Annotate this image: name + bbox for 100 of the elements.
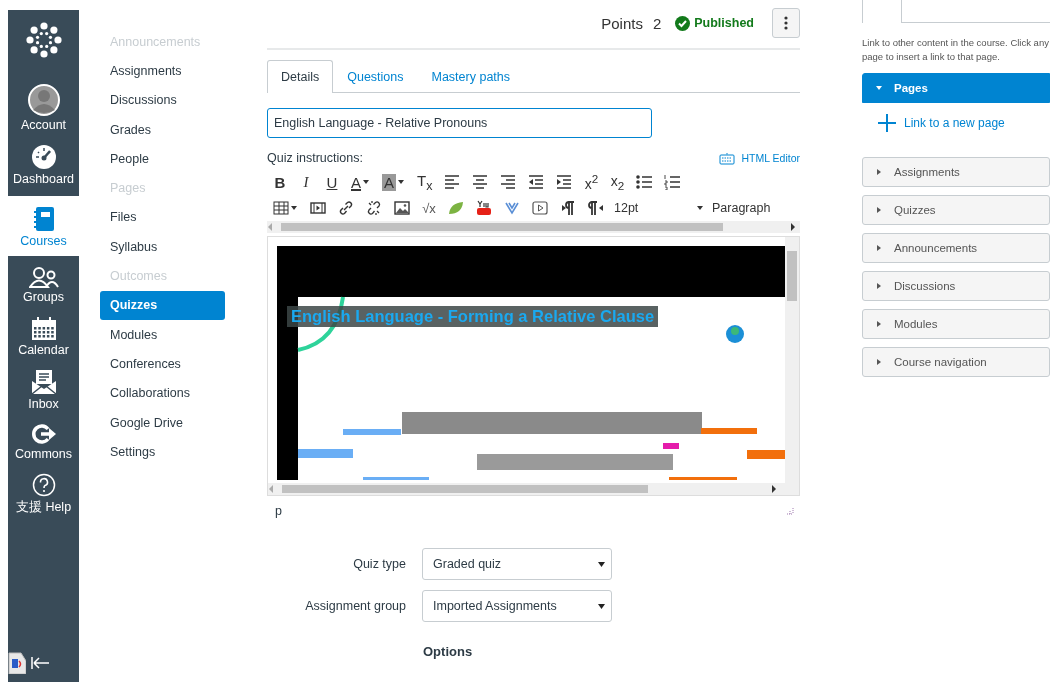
nav-item[interactable]: Groups <box>8 260 79 310</box>
play-icon <box>532 200 548 216</box>
paragraph-icon <box>560 200 576 216</box>
video-title: English Language - Forming a Relative Clause <box>287 306 659 327</box>
logo-icon[interactable] <box>23 20 64 60</box>
tab[interactable]: Mastery paths <box>417 60 524 93</box>
caret-right-icon <box>876 283 882 289</box>
numbered-list-icon <box>664 174 681 190</box>
format-button[interactable]: A <box>376 170 412 194</box>
caret-icon <box>291 205 298 211</box>
video-logo-icon <box>476 200 492 216</box>
caret-icon <box>598 603 605 609</box>
course-nav-link[interactable]: Modules <box>100 319 225 350</box>
points-label: Points <box>601 14 643 32</box>
new-page-link[interactable]: Link to a new page <box>862 103 1050 143</box>
speaker-icon[interactable] <box>8 652 26 674</box>
select-field[interactable]: Graded quiz <box>422 548 612 580</box>
format-button[interactable]: A <box>345 170 376 194</box>
field-label: Quiz type <box>352 557 406 571</box>
element-path: p <box>275 504 282 518</box>
leaf-icon <box>448 200 464 216</box>
align-right-icon <box>500 174 517 190</box>
paragraph-icon <box>588 200 604 216</box>
outdent-icon <box>528 174 545 190</box>
caret-icon <box>697 205 704 211</box>
arrow-out-icon <box>31 423 56 445</box>
calendar-icon <box>30 316 57 341</box>
caret-icon <box>398 179 406 185</box>
course-nav-link[interactable]: Conferences <box>100 349 225 379</box>
keyboard-icon <box>719 151 736 165</box>
caret-down-icon <box>876 85 882 91</box>
course-nav-link[interactable]: Assignments <box>100 56 225 86</box>
format-button[interactable]: B <box>267 170 293 194</box>
link-section[interactable]: Assignments <box>862 157 1050 187</box>
caret-icon <box>363 179 370 185</box>
nav-item[interactable]: Account <box>8 78 79 138</box>
format-button[interactable]: √x <box>416 196 442 220</box>
course-nav-link[interactable]: People <box>100 144 225 174</box>
nav-item[interactable]: Courses <box>8 196 79 256</box>
unlink-icon <box>366 200 382 216</box>
tab[interactable]: Details <box>267 60 334 93</box>
caret-icon <box>598 561 605 567</box>
link-icon <box>338 200 354 216</box>
align-left-icon <box>444 174 461 190</box>
points-value: 2 <box>652 14 662 32</box>
toolbar-select[interactable]: Paragraph <box>708 196 775 220</box>
scroll-right-icon[interactable] <box>790 223 796 231</box>
course-nav-link[interactable]: Syllabus <box>100 232 225 262</box>
link-section[interactable]: Announcements <box>862 233 1050 263</box>
nav-item[interactable]: Inbox <box>8 363 79 417</box>
avatar-icon <box>27 84 60 116</box>
format-button[interactable]: T$_{x}$ <box>411 170 439 194</box>
nav-item[interactable]: Commons <box>8 417 79 467</box>
course-nav-link[interactable]: Discussions <box>100 85 225 115</box>
field-label: Assignment group <box>304 599 406 613</box>
title-field[interactable]: English Language - Relative Pronouns <box>267 108 652 138</box>
toolbar-select[interactable]: 12pt <box>610 196 708 220</box>
caret-right-icon <box>876 169 882 175</box>
nav-item[interactable]: 支援 Help <box>8 467 79 522</box>
caret-right-icon <box>876 359 882 365</box>
scrollbar[interactable] <box>268 483 799 495</box>
html-editor-link[interactable]: HTML Editor <box>741 152 800 164</box>
table-icon <box>273 200 289 216</box>
course-nav-link[interactable]: Collaborations <box>100 378 225 408</box>
gauge-icon <box>30 144 57 170</box>
course-nav-link[interactable]: Files <box>100 202 225 233</box>
tab[interactable]: Questions <box>333 60 418 93</box>
course-nav-link[interactable]: Quizzes <box>100 290 225 320</box>
caret-right-icon <box>876 207 882 213</box>
kebab-icon <box>784 16 788 30</box>
link-section[interactable]: Course navigation <box>862 347 1050 377</box>
scroll-right-icon[interactable] <box>771 485 777 493</box>
publish-status[interactable]: Published <box>694 16 754 30</box>
scrollbar[interactable] <box>785 237 799 483</box>
format-button[interactable]: I <box>293 170 319 194</box>
resize-handle-icon[interactable] <box>786 507 794 515</box>
chevron-logo-icon <box>504 200 520 216</box>
course-nav-link[interactable]: Grades <box>100 114 225 145</box>
select-field[interactable]: Imported Assignments <box>422 590 612 622</box>
collapse-icon[interactable] <box>30 656 50 670</box>
caret-right-icon <box>876 245 882 251</box>
caret-right-icon <box>876 321 882 327</box>
section-heading: Options <box>423 644 474 659</box>
link-section[interactable]: Quizzes <box>862 195 1050 225</box>
course-nav-link[interactable]: Settings <box>100 437 225 467</box>
course-nav-link[interactable]: Google Drive <box>100 407 225 438</box>
film-icon <box>310 200 326 216</box>
format-button[interactable]: x$^{2}$ <box>578 170 605 194</box>
link-section[interactable]: Discussions <box>862 271 1050 301</box>
instructions-label: Quiz instructions: <box>267 151 363 165</box>
nav-item[interactable]: Dashboard <box>8 138 79 192</box>
link-section[interactable]: Pages <box>862 73 1050 103</box>
link-section[interactable]: Modules <box>862 309 1050 339</box>
people-icon <box>28 266 59 288</box>
scrollbar[interactable] <box>267 221 800 233</box>
nav-item[interactable]: Calendar <box>8 310 79 363</box>
bullet-list-icon <box>636 174 653 190</box>
format-button[interactable]: U <box>319 170 345 194</box>
help-text: Link to other content in the course. Click any page to insert a link to that page. <box>862 36 1050 64</box>
format-button[interactable]: x$_{2}$ <box>604 170 631 194</box>
